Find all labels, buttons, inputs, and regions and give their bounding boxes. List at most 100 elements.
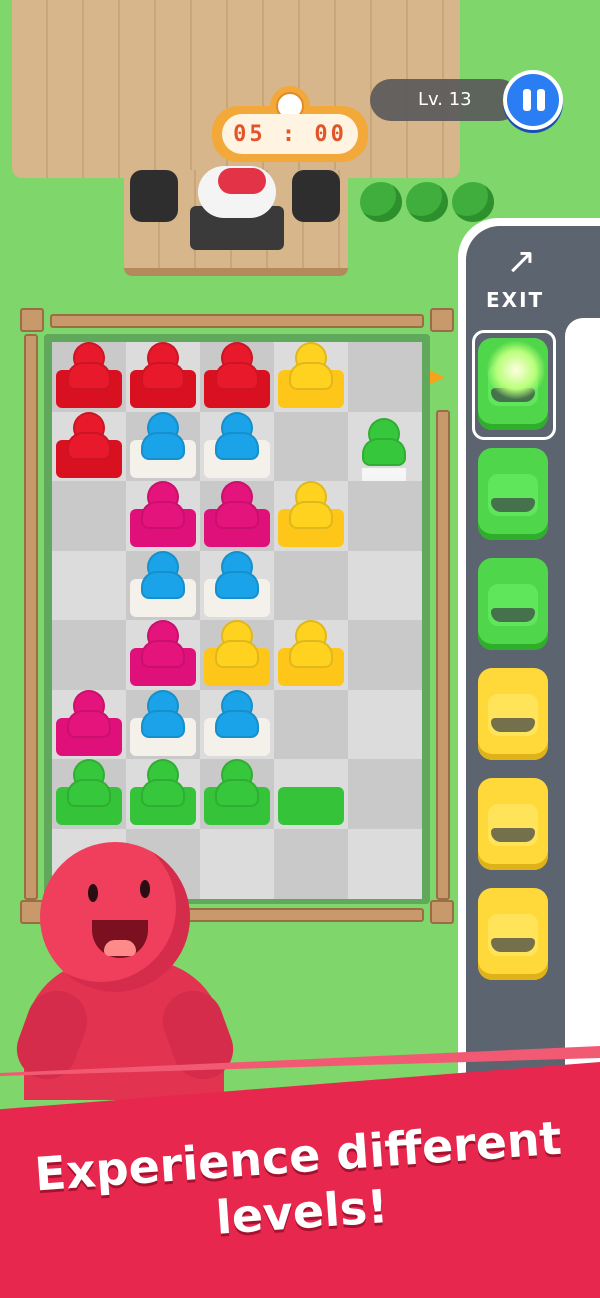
exit-label: EXIT bbox=[486, 288, 545, 312]
passenger-pink[interactable] bbox=[67, 689, 111, 738]
grid-cell bbox=[200, 342, 274, 412]
grid-cell bbox=[348, 481, 422, 551]
passenger-yellow[interactable] bbox=[289, 481, 333, 529]
pause-button[interactable] bbox=[503, 70, 563, 130]
turn-right-arrow-icon: ↗ bbox=[506, 241, 537, 282]
grid-cell bbox=[200, 689, 274, 760]
bush bbox=[452, 182, 494, 222]
fence-post bbox=[430, 308, 454, 332]
passenger-body bbox=[141, 501, 185, 529]
passenger-body bbox=[289, 640, 333, 668]
active-car-highlight bbox=[472, 330, 556, 440]
fence-right bbox=[436, 410, 450, 900]
passenger-blue[interactable] bbox=[215, 411, 259, 460]
fence-post bbox=[20, 308, 44, 332]
passenger-body bbox=[67, 779, 111, 807]
car-green[interactable] bbox=[478, 448, 548, 540]
passenger-body bbox=[215, 570, 259, 599]
passenger-red[interactable] bbox=[215, 342, 259, 390]
timer-widget: 05 : 00 bbox=[212, 86, 368, 166]
passenger-body bbox=[67, 431, 111, 460]
passenger-body bbox=[67, 709, 111, 738]
passenger-blue[interactable] bbox=[215, 689, 259, 738]
grid-cell bbox=[126, 481, 200, 551]
passenger-green-walking[interactable] bbox=[362, 417, 406, 466]
timer-value: 05 : 00 bbox=[222, 114, 358, 154]
grid-cell bbox=[126, 759, 200, 829]
bush bbox=[360, 182, 402, 222]
grid-cell bbox=[348, 828, 422, 899]
pause-icon bbox=[523, 89, 531, 111]
grid-cell bbox=[274, 550, 348, 621]
empty-seat-green[interactable] bbox=[278, 787, 344, 825]
passenger-body bbox=[141, 431, 185, 460]
passenger-yellow[interactable] bbox=[215, 620, 259, 668]
grid-cell bbox=[348, 342, 422, 412]
passenger-blue[interactable] bbox=[141, 550, 185, 599]
car-yellow[interactable] bbox=[478, 888, 548, 980]
grid-cell bbox=[126, 411, 200, 482]
passenger-blue[interactable] bbox=[141, 411, 185, 460]
car-window bbox=[491, 608, 535, 622]
passenger-body bbox=[215, 640, 259, 668]
passenger-green[interactable] bbox=[215, 759, 259, 807]
passenger-body bbox=[141, 362, 185, 390]
grid-cell bbox=[126, 550, 200, 621]
passenger-body bbox=[362, 437, 406, 466]
grid-cell bbox=[274, 342, 348, 412]
car-yellow[interactable] bbox=[478, 668, 548, 760]
car-green[interactable] bbox=[478, 558, 548, 650]
grid-cell bbox=[126, 689, 200, 760]
passenger-red[interactable] bbox=[67, 342, 111, 390]
bush bbox=[406, 182, 448, 222]
grid-cell bbox=[126, 342, 200, 412]
fence-top bbox=[50, 314, 424, 328]
mascot-head bbox=[40, 842, 190, 992]
grid-cell bbox=[200, 411, 274, 482]
seating-grid bbox=[52, 342, 422, 899]
level-label: Lv. 13 bbox=[418, 89, 472, 110]
car-window bbox=[491, 498, 535, 512]
car-window bbox=[491, 718, 535, 732]
grid-cell bbox=[200, 481, 274, 551]
passenger-pink[interactable] bbox=[215, 481, 259, 529]
speaker-right bbox=[292, 170, 340, 222]
passenger-body bbox=[141, 570, 185, 599]
grid-cell bbox=[274, 481, 348, 551]
grid-cell bbox=[200, 828, 274, 899]
passenger-red[interactable] bbox=[141, 342, 185, 390]
passenger-yellow[interactable] bbox=[289, 342, 333, 390]
passenger-green[interactable] bbox=[67, 759, 111, 807]
grid-cell bbox=[348, 411, 422, 598]
speaker-left bbox=[130, 170, 178, 222]
passenger-body bbox=[67, 362, 111, 390]
passenger-body bbox=[141, 779, 185, 807]
grid-cell bbox=[52, 689, 126, 760]
car-window bbox=[491, 828, 535, 842]
car-yellow[interactable] bbox=[478, 778, 548, 870]
grid-cell bbox=[348, 550, 422, 621]
road-divider bbox=[565, 318, 600, 1098]
grid-cell bbox=[348, 759, 422, 829]
passenger-yellow[interactable] bbox=[289, 620, 333, 668]
grid-cell bbox=[200, 759, 274, 829]
grid-cell bbox=[200, 620, 274, 690]
passenger-red[interactable] bbox=[67, 411, 111, 460]
grid-cell bbox=[52, 620, 126, 690]
passenger-body bbox=[215, 431, 259, 460]
grid-cell bbox=[274, 620, 348, 690]
passenger-pink[interactable] bbox=[141, 481, 185, 529]
passenger-green[interactable] bbox=[141, 759, 185, 807]
mascot-eye-left bbox=[88, 884, 98, 902]
passenger-blue[interactable] bbox=[141, 689, 185, 738]
grid-cell bbox=[348, 689, 422, 760]
deck-edge bbox=[124, 268, 348, 276]
passenger-pink[interactable] bbox=[141, 620, 185, 668]
mascot-tongue bbox=[104, 940, 136, 956]
grid-cell bbox=[274, 759, 348, 829]
passenger-body bbox=[215, 779, 259, 807]
passenger-body bbox=[289, 501, 333, 529]
fence-post bbox=[430, 900, 454, 924]
passenger-body bbox=[215, 362, 259, 390]
passenger-blue[interactable] bbox=[215, 550, 259, 599]
